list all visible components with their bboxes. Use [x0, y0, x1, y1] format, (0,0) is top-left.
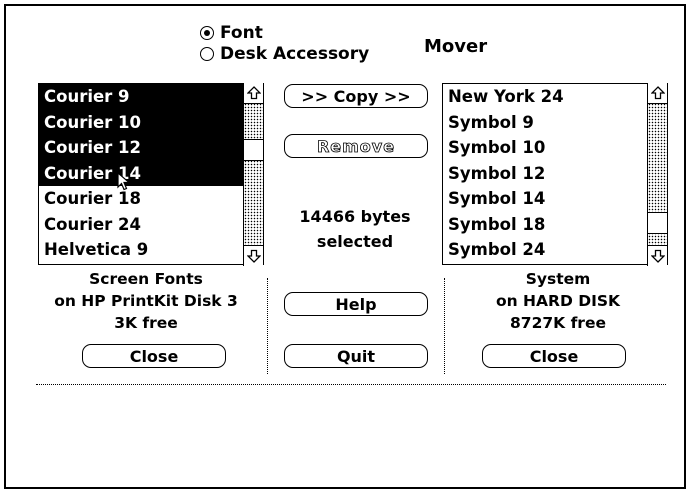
font-radio-button[interactable] — [200, 26, 214, 40]
left-caption-title: Screen Fonts — [89, 270, 203, 288]
help-button[interactable]: Help — [284, 292, 428, 316]
right-list-items: New York 24 Symbol 9 Symbol 10 Symbol 12 Sym… — [443, 84, 647, 264]
left-caption-disk: on HP PrintKit Disk 3 — [54, 292, 238, 310]
left-close-button-label: Close — [129, 346, 179, 366]
right-caption-free: 8727K free — [510, 314, 606, 332]
right-volume-caption: System on HARD DISK 8727K free — [448, 268, 668, 334]
left-close-button[interactable]: Close — [82, 344, 226, 368]
right-scrollbar[interactable] — [647, 82, 667, 266]
right-column-divider — [444, 278, 445, 374]
quit-button[interactable]: Quit — [284, 344, 428, 368]
desk-accessory-radio-button[interactable] — [200, 47, 214, 61]
left-scroll-track[interactable] — [244, 102, 263, 246]
up-arrow-icon — [246, 85, 261, 99]
left-column-divider — [267, 278, 268, 374]
right-list-item[interactable]: Symbol 24 — [443, 237, 647, 263]
right-caption-disk: on HARD DISK — [495, 292, 621, 310]
right-close-button-label: Close — [529, 346, 579, 366]
left-list-item[interactable]: Courier 9 — [39, 84, 243, 110]
right-list-item[interactable]: Symbol 18 — [443, 212, 647, 238]
right-list-item[interactable]: Symbol 12 — [443, 161, 647, 187]
down-arrow-icon — [650, 249, 665, 263]
right-scroll-up-button[interactable] — [648, 83, 667, 104]
right-list-item[interactable]: Symbol 14 — [443, 186, 647, 212]
desk-accessory-radio-label: Desk Accessory — [220, 44, 370, 64]
left-list-item[interactable]: Helvetica 9 — [39, 237, 243, 263]
left-list-item[interactable]: Courier 10 — [39, 109, 243, 135]
copy-button[interactable]: >> Copy >> — [284, 84, 428, 108]
font-radio-option[interactable]: Font — [200, 23, 263, 43]
right-scroll-track[interactable] — [648, 102, 667, 246]
up-arrow-icon — [650, 85, 665, 99]
left-scroll-thumb[interactable] — [244, 138, 263, 161]
right-scroll-thumb[interactable] — [648, 211, 667, 234]
right-caption-title: System — [525, 270, 591, 288]
down-arrow-icon — [246, 249, 261, 263]
left-caption-free: 3K free — [114, 314, 178, 332]
left-list-item[interactable]: Courier 18 — [39, 186, 243, 212]
arrow-cursor-icon — [117, 172, 131, 191]
font-radio-label: Font — [220, 23, 263, 43]
left-list-item[interactable]: Courier 24 — [39, 212, 243, 238]
bottom-divider — [36, 384, 666, 385]
left-list-items: Courier 9 Courier 10 Courier 12 Courier 14 C… — [39, 84, 243, 264]
remove-button-label: Remove — [316, 136, 396, 156]
left-list-item[interactable]: Courier 12 — [39, 135, 243, 161]
remove-button[interactable]: Remove — [284, 134, 428, 158]
left-scroll-up-button[interactable] — [244, 83, 263, 104]
selection-size-info: 14466 bytes selected — [270, 204, 440, 254]
left-scroll-down-button[interactable] — [244, 244, 263, 266]
left-list-item[interactable]: Courier 14 — [39, 160, 243, 186]
bytes-selected-label: selected — [316, 232, 394, 251]
window-title: Mover — [424, 36, 488, 57]
bytes-count: 14466 bytes — [299, 207, 411, 226]
right-list-item[interactable]: Symbol 9 — [443, 110, 647, 136]
right-list-item[interactable]: Symbol 10 — [443, 135, 647, 161]
help-button-label: Help — [335, 294, 377, 314]
quit-button-label: Quit — [336, 346, 376, 366]
right-scroll-down-button[interactable] — [648, 244, 667, 266]
right-font-list[interactable]: New York 24 Symbol 9 Symbol 10 Symbol 12 Sym… — [442, 82, 668, 266]
right-close-button[interactable]: Close — [482, 344, 626, 368]
left-volume-caption: Screen Fonts on HP PrintKit Disk 3 3K fr… — [14, 268, 278, 334]
desk-accessory-radio-option[interactable]: Desk Accessory — [200, 44, 369, 64]
left-font-list[interactable]: Courier 9 Courier 10 Courier 12 Courier 14 C… — [38, 82, 264, 266]
copy-button-label: >> Copy >> — [301, 86, 411, 106]
right-list-item[interactable]: New York 24 — [443, 84, 647, 110]
left-scrollbar[interactable] — [243, 82, 263, 266]
